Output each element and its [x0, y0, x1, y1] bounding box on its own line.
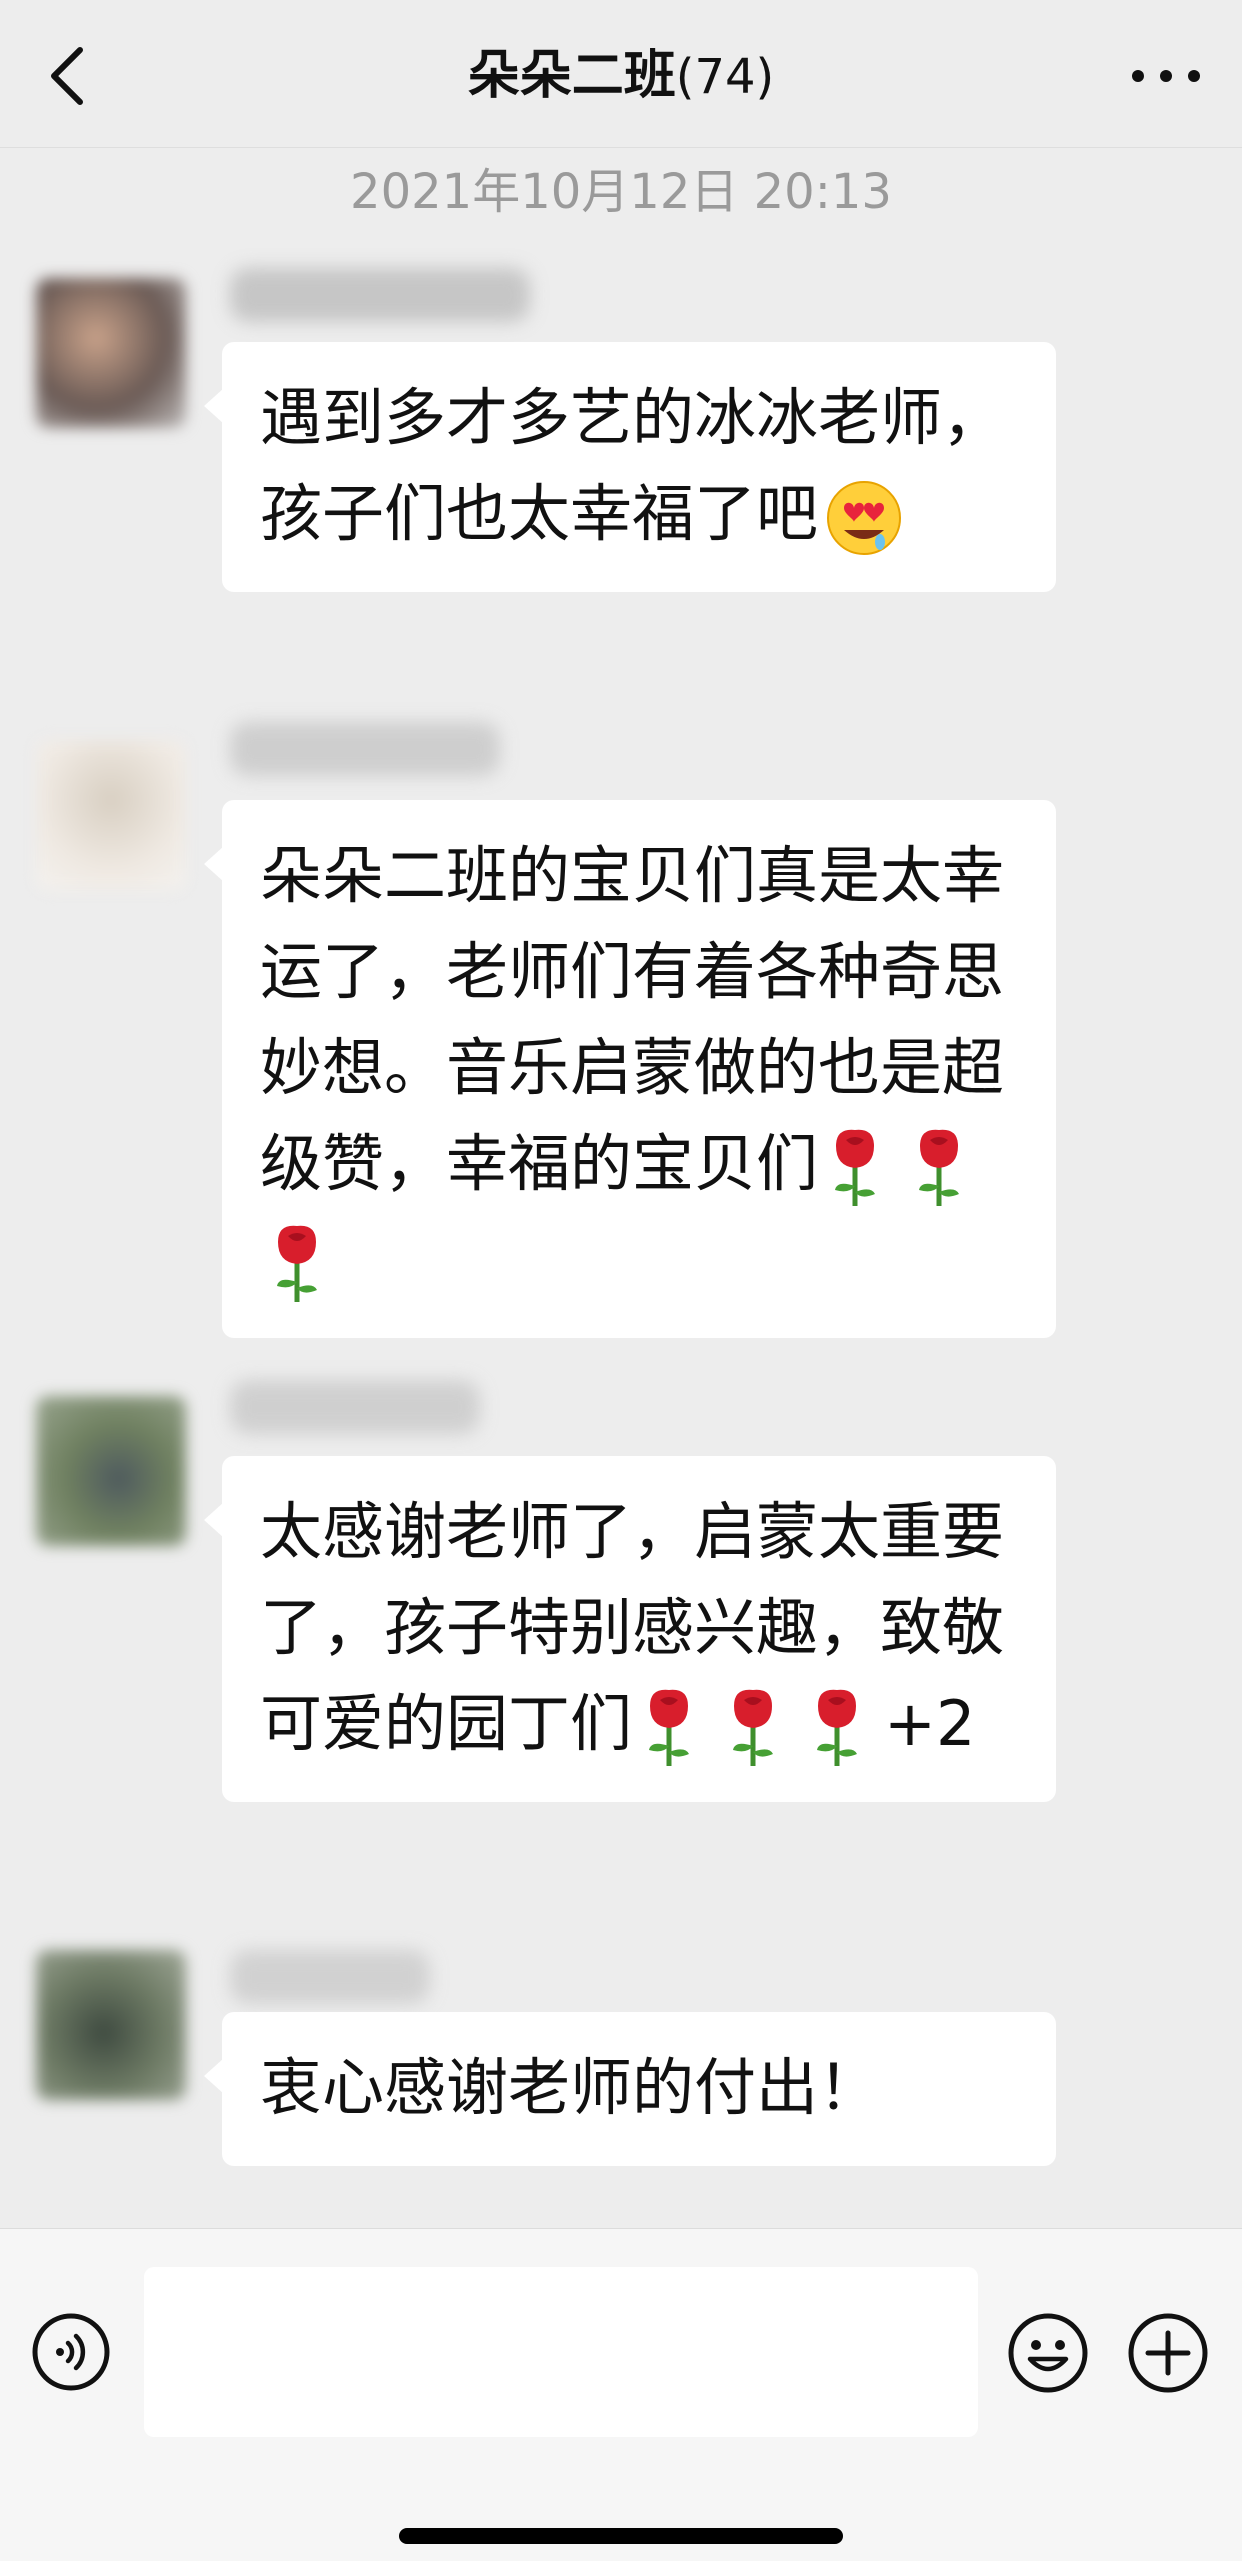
message-bubble[interactable]: 衷心感谢老师的付出！	[204, 2012, 1056, 2166]
avatar[interactable]	[36, 278, 186, 428]
rose-icon	[919, 1129, 960, 1206]
chat-title: 朵朵二班(74)	[0, 44, 1242, 109]
sender-name-blurred	[230, 722, 500, 776]
message-bubble[interactable]: 太感谢老师了，启蒙太重要了，孩子特别感兴趣，致敬可爱的园丁们 +2	[204, 1456, 1056, 1802]
message-timestamp: 2021年10月12日 20:13	[350, 164, 892, 220]
rose-icon	[817, 1689, 858, 1766]
home-indicator	[399, 2528, 843, 2544]
sender-name-blurred	[230, 1950, 430, 2004]
message-bubble[interactable]: 朵朵二班的宝贝们真是太幸运了，老师们有着各种奇思妙想。音乐启蒙做的也是超级赞，幸…	[204, 800, 1056, 1338]
voice-icon[interactable]	[30, 2311, 112, 2393]
emoji-icon[interactable]	[1006, 2311, 1090, 2395]
input-bar	[0, 2228, 1242, 2561]
rose-icon	[277, 1225, 317, 1302]
avatar[interactable]	[36, 1950, 186, 2100]
rose-icon	[649, 1689, 690, 1766]
message-bubble[interactable]: 遇到多才多艺的冰冰老师，孩子们也太幸福了吧	[204, 342, 1056, 592]
sender-name-blurred	[230, 1380, 480, 1434]
avatar[interactable]	[36, 1396, 186, 1546]
sender-name-blurred	[230, 268, 530, 322]
plus-icon[interactable]	[1126, 2311, 1210, 2395]
rose-icon	[733, 1689, 774, 1766]
emoji-more-count: +2	[884, 1687, 976, 1760]
member-count: (74)	[675, 49, 775, 105]
avatar[interactable]	[36, 740, 186, 890]
rose-icon	[835, 1129, 876, 1206]
message-text: 衷心感谢老师的付出！	[260, 2051, 881, 2124]
heart-eyes-face-icon	[827, 480, 902, 555]
message-input[interactable]	[144, 2267, 978, 2437]
rose-emoji-group	[632, 1687, 884, 1766]
navigation-bar: 朵朵二班(74)	[0, 0, 1242, 148]
group-name: 朵朵二班	[467, 46, 676, 106]
more-dots-icon[interactable]	[1126, 48, 1206, 104]
